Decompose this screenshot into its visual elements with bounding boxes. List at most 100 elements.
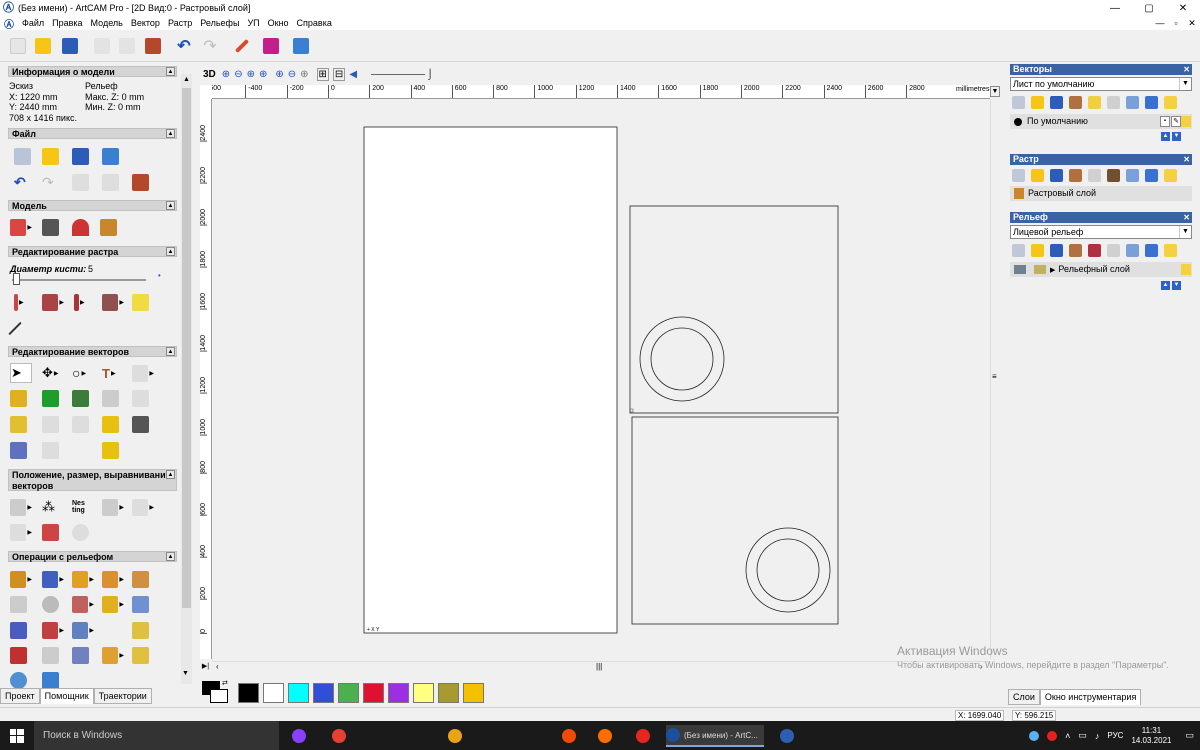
two-rail-button[interactable] xyxy=(132,569,154,589)
save-model-button[interactable] xyxy=(72,146,94,166)
lower-inner-circle[interactable] xyxy=(756,538,820,602)
move-down-icon[interactable]: ▼ xyxy=(1172,281,1181,290)
document-icon[interactable]: Ⓐ xyxy=(4,16,18,31)
panel-lower-rectangle[interactable] xyxy=(631,416,839,625)
undo-button[interactable]: ↶ xyxy=(174,36,194,56)
palette-swatch[interactable] xyxy=(438,683,459,703)
frame-button[interactable] xyxy=(102,388,124,408)
relief-angle-button[interactable]: ▶ xyxy=(42,620,64,640)
merge-layer-icon[interactable] xyxy=(1069,96,1082,109)
grid-snap-icon[interactable]: ⊞ xyxy=(316,67,329,81)
relief-star-button[interactable] xyxy=(10,620,32,640)
brush-slider-track[interactable] xyxy=(12,279,146,281)
save-button[interactable] xyxy=(60,36,80,56)
lightbulb-icon[interactable] xyxy=(1164,169,1177,182)
lock-icon[interactable]: ▪ xyxy=(1160,116,1170,127)
group-button[interactable]: ▶ xyxy=(102,497,124,517)
export-model-button[interactable] xyxy=(102,146,124,166)
menu-help[interactable]: Справка xyxy=(297,18,332,28)
redo-left-button[interactable]: ↷ xyxy=(42,172,64,192)
wave-button[interactable] xyxy=(10,414,32,434)
merge-layer-icon[interactable] xyxy=(1069,169,1082,182)
colour-merge-button[interactable]: ▶ xyxy=(102,292,124,312)
maximize-button[interactable]: ▢ xyxy=(1132,0,1166,16)
lightbulb-icon[interactable] xyxy=(1164,96,1177,109)
extrude-button[interactable]: ▶ xyxy=(72,569,94,589)
weld-button[interactable] xyxy=(42,388,64,408)
section-model-info[interactable]: Информация о модели ▲ xyxy=(8,66,177,77)
combine-layer-icon[interactable] xyxy=(1088,244,1101,257)
tab-toolbox[interactable]: Окно инструментария xyxy=(1039,689,1142,705)
relief-smooth-button[interactable]: ▶ xyxy=(72,594,94,614)
close-button[interactable]: ✕ xyxy=(1166,0,1200,16)
nesting-button[interactable]: Nes ting xyxy=(72,497,94,517)
language-indicator[interactable]: РУС xyxy=(1107,731,1123,740)
vector-layer-default[interactable]: По умолчанию ▪ ✎ xyxy=(1010,114,1192,129)
rotate-copy-button[interactable]: ⁂ xyxy=(42,497,64,517)
nodes-button[interactable] xyxy=(132,388,154,408)
mdi-minimize-button[interactable]: — xyxy=(1152,16,1168,30)
3d-view-button[interactable]: 3D xyxy=(203,69,216,80)
paste-layer-icon[interactable] xyxy=(1088,96,1101,109)
taskbar-app-button[interactable] xyxy=(332,725,350,747)
upper-outer-circle[interactable] xyxy=(639,316,725,402)
new-file-button[interactable] xyxy=(8,36,28,56)
shape-arrow-button[interactable] xyxy=(102,414,124,434)
new-layer-icon[interactable] xyxy=(1012,96,1025,109)
raster-layer-item[interactable]: Растровый слой xyxy=(1010,186,1192,201)
bitmap-to-vector-button[interactable]: ▶ xyxy=(132,363,154,383)
open-file-button[interactable] xyxy=(33,36,53,56)
chevron-down-icon[interactable]: ▼ xyxy=(1179,78,1191,90)
help-book-button[interactable] xyxy=(261,36,281,56)
zoom-fit-icon[interactable]: ⊕ xyxy=(300,69,308,80)
menu-edit[interactable]: Правка xyxy=(52,18,82,28)
left-panel-scrollbar[interactable]: ▲ ▼ xyxy=(181,74,192,684)
lower-outer-circle[interactable] xyxy=(745,527,831,613)
relief-layer-item[interactable]: ▶ Рельефный слой xyxy=(1010,262,1192,277)
paste-button[interactable] xyxy=(143,36,163,56)
copy-button[interactable] xyxy=(117,36,137,56)
cylinder-button[interactable] xyxy=(10,440,32,460)
relief-sphere-button[interactable] xyxy=(10,670,32,690)
network-icon[interactable]: ▭ xyxy=(1078,730,1087,741)
taskbar-search-input[interactable]: Поиск в Windows xyxy=(34,721,279,750)
secondary-colour-swatch[interactable] xyxy=(210,689,228,703)
guide-icon[interactable]: ◀ xyxy=(349,69,357,80)
collapse-icon[interactable]: ▲ xyxy=(166,552,175,561)
transfer-layer-icon[interactable] xyxy=(1107,96,1120,109)
open-layer-icon[interactable] xyxy=(1031,96,1044,109)
palette-swatch[interactable] xyxy=(288,683,309,703)
circle-tool-button[interactable]: ○ ▶ xyxy=(72,363,94,383)
model-relief-button[interactable] xyxy=(42,217,64,237)
menu-toolpaths[interactable]: УП xyxy=(247,18,259,28)
mdi-restore-button[interactable]: ▫ xyxy=(1168,16,1184,30)
texture-button[interactable] xyxy=(42,594,64,614)
copy-layer-icon[interactable] xyxy=(1088,169,1101,182)
section-model[interactable]: Модель ▲ xyxy=(8,200,177,211)
upper-inner-circle[interactable] xyxy=(650,327,714,391)
save-layer-icon[interactable] xyxy=(1050,244,1063,257)
taskbar-app-button[interactable] xyxy=(448,725,466,747)
canvas-horizontal-scrollbar[interactable]: ‹ ||| › xyxy=(212,661,990,673)
palette-swatch[interactable] xyxy=(363,683,384,703)
open-layer-icon[interactable] xyxy=(1031,244,1044,257)
pattern-button[interactable]: ▶ xyxy=(132,497,154,517)
tab-toolpaths[interactable]: Траектории xyxy=(93,688,152,704)
relief-select[interactable]: Лицевой рельеф ▼ xyxy=(1010,225,1192,239)
spiral-button[interactable] xyxy=(72,522,94,542)
palette-swatch[interactable] xyxy=(313,683,334,703)
tab-assistant[interactable]: Помощник xyxy=(39,688,94,704)
wrap-button[interactable]: ▶ xyxy=(10,522,32,542)
vector-sheet-select[interactable]: Лист по умолчанию ▼ xyxy=(1010,77,1192,91)
layer-settings-icon[interactable] xyxy=(1126,96,1139,109)
scroll-grip-icon[interactable]: ≡ xyxy=(992,372,997,381)
mdi-close-button[interactable]: ✕ xyxy=(1184,16,1200,30)
delete-layer-icon[interactable] xyxy=(1145,169,1158,182)
collapse-icon[interactable]: ▲ xyxy=(166,201,175,210)
shape-fill-button[interactable] xyxy=(132,292,154,312)
relief-dome-button[interactable] xyxy=(132,645,154,665)
wizard-button[interactable] xyxy=(291,36,311,56)
text-tool-button[interactable]: T ▶ xyxy=(102,363,124,383)
menu-file[interactable]: Файл xyxy=(22,18,44,28)
scroll-thumb[interactable] xyxy=(182,88,191,608)
